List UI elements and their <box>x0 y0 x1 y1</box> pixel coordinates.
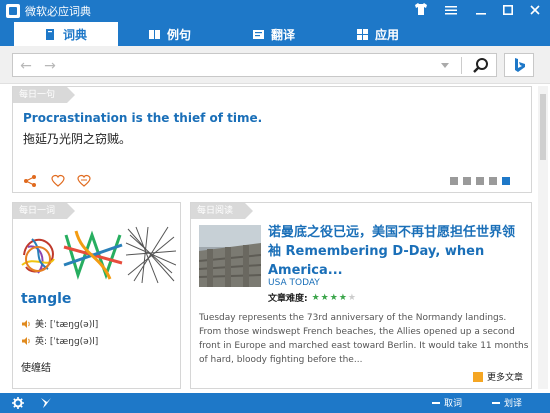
search-button[interactable] <box>469 56 493 76</box>
tab-label: 翻译 <box>270 27 295 42</box>
carousel-dot[interactable] <box>476 177 484 185</box>
bing-icon <box>515 58 525 72</box>
skin-icon[interactable] <box>410 0 432 22</box>
speaker-icon[interactable] <box>21 319 31 329</box>
sentences-icon <box>148 29 160 40</box>
tab-label: 词典 <box>62 27 87 42</box>
close-icon[interactable] <box>524 0 546 22</box>
carousel-dot[interactable] <box>489 177 497 185</box>
daily-word[interactable]: tangle <box>21 291 71 307</box>
search-icon <box>473 58 488 73</box>
difficulty-stars: ★★★★★ <box>311 292 357 303</box>
title-bar: 微软必应词典 <box>0 0 550 22</box>
share-icon[interactable] <box>23 173 37 187</box>
tab-sentences[interactable]: 例句 <box>118 22 222 46</box>
daily-word-card: 每日一词 tangle 美: [ˈtæŋɡ(ə)l] 英: [ˈtæŋɡ(ə)l… <box>12 202 181 389</box>
carousel-dot[interactable] <box>463 177 471 185</box>
translate-icon <box>252 29 264 40</box>
toggle-dash <box>492 401 500 404</box>
word-illustration <box>18 225 177 285</box>
carousel-dot-active[interactable] <box>502 177 510 185</box>
article-excerpt: Tuesday represents the 73rd anniversary … <box>199 313 529 365</box>
scrollbar-thumb[interactable] <box>540 94 546 160</box>
article-source: USA TODAY <box>268 278 320 288</box>
divider <box>461 57 462 74</box>
tab-label: 例句 <box>166 27 191 42</box>
bing-button[interactable] <box>504 53 534 77</box>
tab-dictionary[interactable]: 词典 <box>14 22 118 46</box>
us-phonetic: 美: [ˈtæŋɡ(ə)l] <box>35 320 99 330</box>
search-box: ← → <box>12 53 497 77</box>
tab-translate[interactable]: 翻译 <box>222 22 326 46</box>
article-difficulty: 文章难度: ★★★★★ <box>268 291 357 305</box>
app-logo-icon <box>6 4 20 18</box>
search-row: ← → <box>0 46 550 84</box>
history-dropdown-icon[interactable] <box>441 63 449 68</box>
carousel-dot[interactable] <box>450 177 458 185</box>
more-articles-button[interactable]: 更多文章 <box>473 370 523 383</box>
back-arrow-icon[interactable]: ← <box>17 57 35 75</box>
feedback-icon[interactable] <box>40 397 52 409</box>
daily-reading-card: 每日阅读 诺曼底之役已远，美国不再甘愿担任世界领袖 Remembering D-… <box>190 202 532 389</box>
tab-bar: 词典 例句 翻译 应用 <box>0 22 550 46</box>
tab-apps[interactable]: 应用 <box>326 22 430 46</box>
like-icon[interactable] <box>77 173 91 187</box>
uk-pronunciation: 英: [ˈtæŋɡ(ə)l] <box>21 334 98 347</box>
article-title[interactable]: 诺曼底之役已远，美国不再甘愿担任世界领袖 Remembering D-Day, … <box>268 223 526 280</box>
toggle-dash <box>432 401 440 404</box>
favorite-icon[interactable] <box>51 173 65 187</box>
article-thumbnail[interactable] <box>199 225 261 287</box>
word-capture-toggle[interactable]: 取词 <box>432 396 462 409</box>
daily-sentence-english[interactable]: Procrastination is the thief of time. <box>23 111 262 125</box>
minimize-icon[interactable] <box>470 0 492 22</box>
select-translate-label: 划译 <box>504 399 523 409</box>
menu-icon[interactable] <box>440 0 462 22</box>
apps-icon <box>356 28 368 40</box>
select-translate-toggle[interactable]: 划译 <box>492 396 522 409</box>
word-capture-label: 取词 <box>444 399 463 409</box>
maximize-icon[interactable] <box>497 0 519 22</box>
daily-sentence-chinese: 拖延乃光阴之窃贼。 <box>23 132 132 146</box>
card-tag: 每日阅读 <box>191 203 254 219</box>
forward-arrow-icon[interactable]: → <box>41 57 59 75</box>
daily-sentence-card: 每日一句 Procrastination is the thief of tim… <box>12 86 532 193</box>
card-tag: 每日一句 <box>13 87 76 103</box>
bottom-bar: 取词 划译 <box>0 393 550 413</box>
tab-label: 应用 <box>374 27 399 42</box>
us-pronunciation: 美: [ˈtæŋɡ(ə)l] <box>21 317 98 330</box>
word-definition: 使缠结 <box>21 363 51 374</box>
vertical-scrollbar[interactable] <box>538 86 548 389</box>
card-tag: 每日一词 <box>13 203 76 219</box>
app-title: 微软必应词典 <box>25 5 91 18</box>
settings-icon[interactable] <box>12 397 24 409</box>
bing-icon <box>473 371 483 382</box>
dictionary-icon <box>45 28 56 40</box>
speaker-icon[interactable] <box>21 336 31 346</box>
difficulty-label: 文章难度: <box>268 294 308 304</box>
more-articles-label: 更多文章 <box>487 373 524 383</box>
uk-phonetic: 英: [ˈtæŋɡ(ə)l] <box>35 337 99 347</box>
search-input[interactable] <box>69 56 429 74</box>
